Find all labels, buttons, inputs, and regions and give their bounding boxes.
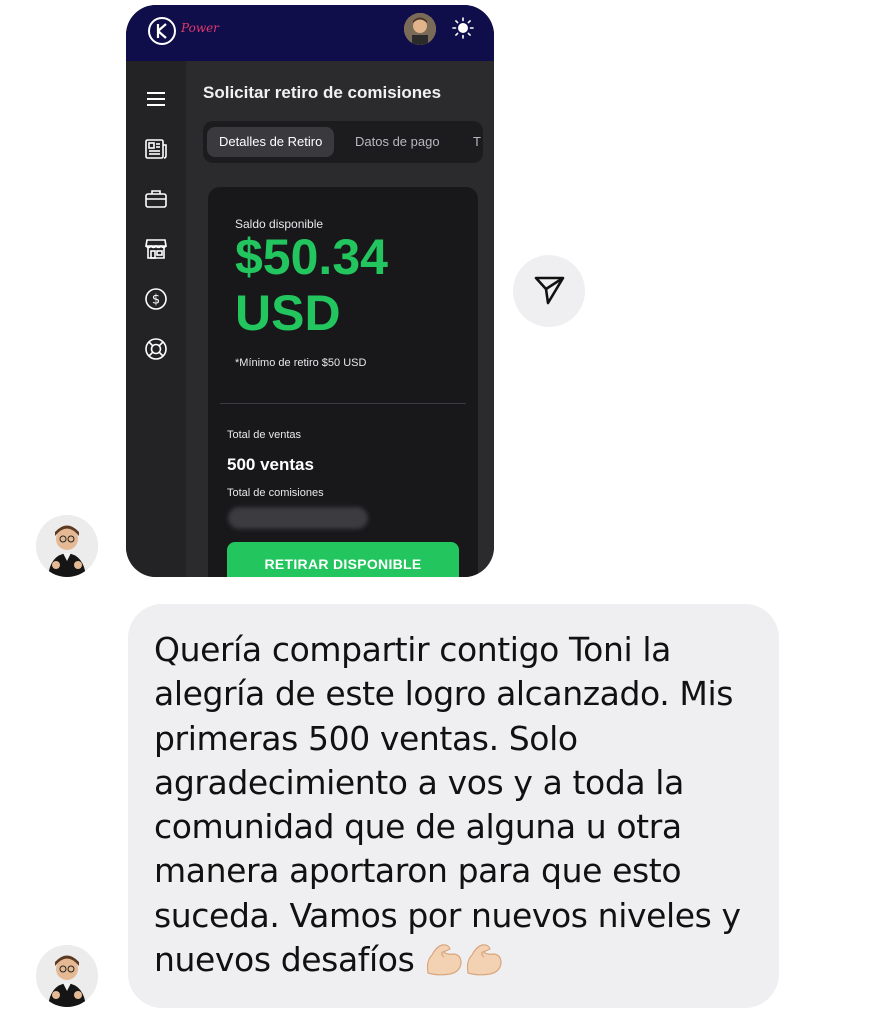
newspaper-icon[interactable] bbox=[144, 137, 168, 161]
lifebuoy-icon[interactable] bbox=[144, 337, 168, 361]
flexed-biceps-icon bbox=[464, 941, 504, 977]
withdraw-button[interactable]: RETIRAR DISPONIBLE bbox=[227, 542, 459, 577]
send-icon bbox=[532, 272, 566, 311]
menu-icon[interactable] bbox=[144, 87, 168, 111]
dollar-icon[interactable]: $ bbox=[144, 287, 168, 311]
message-bubble[interactable]: Quería compartir contigo Toni la alegría… bbox=[128, 604, 779, 1008]
balance-card: Saldo disponible $50.34 USD *Mínimo de r… bbox=[208, 187, 478, 577]
tab-bar: Detalles de Retiro Datos de pago T bbox=[203, 121, 483, 163]
store-icon[interactable] bbox=[144, 237, 168, 261]
svg-text:$: $ bbox=[152, 293, 160, 308]
tab-datos-pago[interactable]: Datos de pago bbox=[355, 127, 440, 157]
tab-detalles-retiro[interactable]: Detalles de Retiro bbox=[207, 127, 335, 157]
balance-currency: USD bbox=[235, 285, 341, 341]
balance-amount: $50.34 USD bbox=[235, 229, 388, 341]
redacted-commission-value bbox=[228, 507, 368, 529]
briefcase-icon[interactable] bbox=[144, 187, 168, 211]
divider bbox=[220, 403, 466, 404]
shared-image[interactable]: Power $ Solicitar retiro de comisiones D… bbox=[126, 5, 494, 577]
app-topbar: Power bbox=[126, 5, 494, 61]
sender-avatar[interactable] bbox=[36, 515, 98, 577]
tab-third[interactable]: T bbox=[473, 127, 481, 157]
sender-avatar[interactable] bbox=[36, 945, 98, 1007]
message-text-container: Quería compartir contigo Toni la alegría… bbox=[154, 628, 764, 982]
total-sales-value: 500 ventas bbox=[227, 455, 314, 474]
user-avatar[interactable] bbox=[404, 13, 436, 45]
balance-value: $50.34 bbox=[235, 229, 388, 285]
page-title: Solicitar retiro de comisiones bbox=[203, 83, 442, 102]
app-main: Solicitar retiro de comisiones Detalles … bbox=[188, 61, 494, 577]
total-commissions-label: Total de comisiones bbox=[227, 487, 324, 499]
logo-icon bbox=[148, 17, 176, 45]
flexed-biceps-icon bbox=[424, 941, 464, 977]
total-sales-label: Total de ventas bbox=[227, 429, 301, 441]
app-sidebar: $ bbox=[126, 61, 186, 577]
share-button[interactable] bbox=[513, 255, 585, 327]
theme-toggle-icon[interactable] bbox=[452, 17, 474, 39]
message-text: Quería compartir contigo Toni la alegría… bbox=[154, 630, 741, 980]
brand-wordmark: Power bbox=[181, 21, 219, 35]
minimum-note: *Mínimo de retiro $50 USD bbox=[235, 357, 367, 369]
